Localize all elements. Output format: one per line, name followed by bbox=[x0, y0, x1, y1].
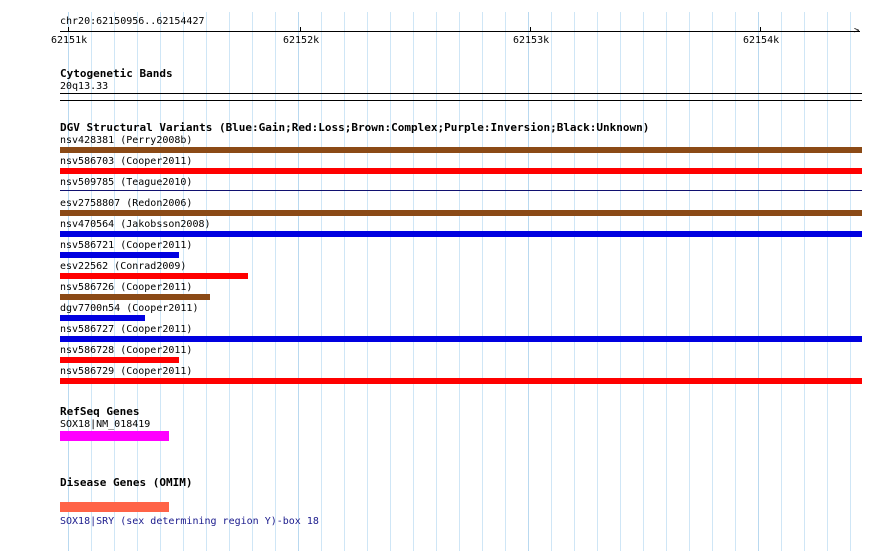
variant-bar[interactable] bbox=[60, 168, 862, 174]
variant-label[interactable]: esv2758807 (Redon2006) bbox=[60, 198, 192, 209]
cytoband-track-title: Cytogenetic Bands bbox=[60, 67, 173, 80]
variant-bar[interactable] bbox=[60, 315, 145, 321]
variant-bar[interactable] bbox=[60, 336, 862, 342]
refseq-track-title: RefSeq Genes bbox=[60, 405, 140, 418]
region-label: chr20:62150956..62154427 bbox=[60, 16, 205, 27]
variant-label[interactable]: esv22562 (Conrad2009) bbox=[60, 261, 186, 272]
variant-bar[interactable] bbox=[60, 147, 862, 153]
variant-bar[interactable] bbox=[60, 294, 210, 300]
omim-track-title: Disease Genes (OMIM) bbox=[60, 476, 193, 489]
refseq-gene-label[interactable]: SOX18|NM_018419 bbox=[60, 419, 150, 430]
cytoband-border-bottom bbox=[60, 100, 862, 101]
ruler-tick-label: 62154k bbox=[743, 35, 780, 46]
ruler-tick bbox=[300, 27, 301, 32]
ruler-axis bbox=[60, 31, 860, 32]
ruler-tick-label: 62151k bbox=[51, 35, 88, 46]
variant-label[interactable]: nsv470564 (Jakobsson2008) bbox=[60, 219, 211, 230]
variant-label[interactable]: nsv586728 (Cooper2011) bbox=[60, 345, 192, 356]
variant-bar[interactable] bbox=[60, 231, 862, 237]
variant-bar[interactable] bbox=[60, 190, 862, 191]
omim-gene-bar[interactable] bbox=[60, 502, 169, 512]
refseq-gene-bar[interactable] bbox=[60, 431, 169, 441]
variant-label[interactable]: nsv586721 (Cooper2011) bbox=[60, 240, 192, 251]
variant-label[interactable]: nsv509785 (Teague2010) bbox=[60, 177, 192, 188]
ruler-tick-label: 62153k bbox=[513, 35, 550, 46]
variant-bar[interactable] bbox=[60, 357, 179, 363]
variant-label[interactable]: nsv428381 (Perry2008b) bbox=[60, 135, 192, 146]
variant-bar[interactable] bbox=[60, 252, 179, 258]
cytoband-label[interactable]: 20q13.33 bbox=[60, 81, 108, 92]
variant-bar[interactable] bbox=[60, 273, 248, 279]
variant-bar[interactable] bbox=[60, 378, 862, 384]
ruler-arrow-icon: > bbox=[854, 26, 860, 36]
ruler-tick bbox=[760, 27, 761, 32]
cytoband-border-top bbox=[60, 93, 862, 94]
variant-label[interactable]: dgv7700n54 (Cooper2011) bbox=[60, 303, 198, 314]
ruler-tick-label: 62152k bbox=[283, 35, 320, 46]
dgv-track-title: DGV Structural Variants (Blue:Gain;Red:L… bbox=[60, 121, 650, 134]
variant-label[interactable]: nsv586703 (Cooper2011) bbox=[60, 156, 192, 167]
omim-gene-label[interactable]: SOX18|SRY (sex determining region Y)-box… bbox=[60, 516, 319, 527]
variant-bar[interactable] bbox=[60, 210, 862, 216]
ruler-tick bbox=[530, 27, 531, 32]
variant-label[interactable]: nsv586726 (Cooper2011) bbox=[60, 282, 192, 293]
variant-label[interactable]: nsv586727 (Cooper2011) bbox=[60, 324, 192, 335]
ruler-tick bbox=[68, 27, 69, 32]
variant-label[interactable]: nsv586729 (Cooper2011) bbox=[60, 366, 192, 377]
